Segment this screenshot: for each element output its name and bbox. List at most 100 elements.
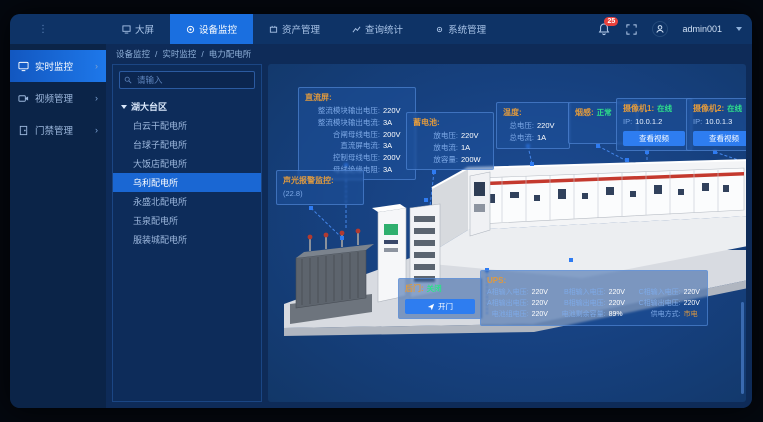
field-label: 电池组电压: bbox=[487, 310, 529, 321]
field-value: 220V bbox=[532, 299, 554, 310]
chevron-right-icon: › bbox=[95, 125, 98, 135]
field-value: 220V bbox=[461, 130, 487, 142]
breadcrumb-item: 电力配电所 bbox=[209, 48, 252, 60]
field-label: B相输出电压: bbox=[562, 299, 606, 310]
panel-title: 温度: bbox=[503, 107, 563, 119]
temperature-data-panel: 温度: 总电压:220V 总电流:1A bbox=[496, 102, 570, 149]
tree-search[interactable] bbox=[119, 71, 255, 89]
field-label: A相输出电压: bbox=[487, 299, 529, 310]
monitor-screen-icon bbox=[18, 61, 29, 72]
dc-screen-data-panel: 直流屏: 整流模块输出电压:220V 整流模块输出电流:3A 合闸母线电压:20… bbox=[298, 87, 416, 180]
caret-down-icon bbox=[121, 105, 127, 109]
field-value: 220V bbox=[537, 120, 563, 132]
entrance-cabinet[interactable] bbox=[470, 172, 490, 236]
tab-asset-management[interactable]: 资产管理 bbox=[253, 14, 336, 44]
fullscreen-icon[interactable] bbox=[625, 23, 638, 36]
ip-label: IP: bbox=[623, 116, 632, 128]
panel-title: 蓄电池: bbox=[413, 117, 487, 129]
chevron-down-icon[interactable] bbox=[736, 27, 742, 31]
top-navbar: ⋮ 大屏 设备监控 资产管理 查询统计 系统管理 bbox=[10, 14, 752, 44]
tree-item-substation-selected[interactable]: 乌利配电所 bbox=[113, 173, 261, 192]
scrollbar[interactable] bbox=[741, 302, 744, 394]
sidebar-item-video-management[interactable]: 视频管理 › bbox=[10, 82, 106, 114]
panel-title: 声光报警监控: bbox=[283, 175, 357, 187]
field-label: 电池剩余容量: bbox=[562, 310, 606, 321]
sidebar-item-access-control[interactable]: 门禁管理 › bbox=[10, 114, 106, 146]
avatar[interactable] bbox=[652, 21, 668, 37]
field-label: 供电方式: bbox=[639, 310, 681, 321]
station-tree-panel: 湖大台区 白云干配电所 台球子配电所 大饭店配电所 乌利配电所 永盛北配电所 玉… bbox=[112, 64, 262, 402]
transformer[interactable] bbox=[290, 229, 374, 324]
field-value: 220V bbox=[684, 288, 706, 299]
tree-item-substation[interactable]: 大饭店配电所 bbox=[113, 154, 261, 173]
button-label: 开门 bbox=[438, 301, 453, 312]
tree-item-substation[interactable]: 台球子配电所 bbox=[113, 135, 261, 154]
chevron-right-icon: › bbox=[95, 93, 98, 103]
tab-label: 资产管理 bbox=[282, 22, 320, 36]
app-window: ⋮ 大屏 设备监控 资产管理 查询统计 系统管理 bbox=[10, 14, 752, 408]
field-label: 总电压: bbox=[503, 120, 534, 132]
search-icon bbox=[124, 76, 132, 84]
field-label: B相输入电压: bbox=[562, 288, 606, 299]
breadcrumb-item[interactable]: 设备监控 bbox=[116, 48, 150, 60]
tree-item-substation[interactable]: 玉泉配电所 bbox=[113, 211, 261, 230]
view-video-button[interactable]: 查看视频 bbox=[623, 131, 685, 146]
body: 实时监控 › 视频管理 › 门禁管理 › 设备监控 / 实时监控 / 电力配电所 bbox=[10, 44, 752, 408]
menu-icon[interactable]: ⋮ bbox=[38, 24, 52, 35]
tab-label: 查询统计 bbox=[365, 22, 403, 36]
navbar-right: 25 admin001 bbox=[597, 21, 742, 37]
sidebar-item-label: 视频管理 bbox=[35, 91, 73, 105]
tab-label: 设备监控 bbox=[199, 22, 237, 36]
tree-root-node[interactable]: 湖大台区 bbox=[113, 97, 261, 116]
field-value: 市电 bbox=[684, 310, 706, 321]
ip-value: 10.0.1.2 bbox=[635, 116, 662, 128]
notifications-button[interactable]: 25 bbox=[597, 22, 611, 36]
field-label: 直流屏电流: bbox=[305, 140, 380, 152]
panel-title: UPS: bbox=[487, 275, 701, 287]
tab-label: 系统管理 bbox=[448, 22, 486, 36]
nav-tabs: 大屏 设备监控 资产管理 查询统计 系统管理 bbox=[106, 14, 502, 44]
button-label: 查看视频 bbox=[639, 133, 669, 144]
breadcrumb-separator: / bbox=[155, 49, 157, 59]
tab-query-statistics[interactable]: 查询统计 bbox=[336, 14, 419, 44]
field-label: 放电流: bbox=[413, 142, 458, 154]
breadcrumb: 设备监控 / 实时监控 / 电力配电所 bbox=[106, 44, 752, 64]
tree-item-substation[interactable]: 白云干配电所 bbox=[113, 116, 261, 135]
door-panel: 后门:关闭 开门 bbox=[398, 278, 482, 319]
monitoring-canvas[interactable]: 直流屏: 整流模块输出电压:220V 整流模块输出电流:3A 合闸母线电压:20… bbox=[268, 64, 746, 402]
user-icon bbox=[655, 24, 665, 34]
tab-device-monitoring[interactable]: 设备监控 bbox=[170, 14, 253, 44]
username[interactable]: admin001 bbox=[682, 24, 722, 34]
field-label: 总电流: bbox=[503, 132, 534, 144]
open-door-button[interactable]: 开门 bbox=[405, 299, 475, 314]
search-input[interactable] bbox=[135, 74, 250, 86]
ip-label: IP: bbox=[693, 116, 702, 128]
door-icon bbox=[18, 125, 29, 136]
sidebar-item-label: 实时监控 bbox=[35, 59, 73, 73]
field-value: 220V bbox=[609, 299, 631, 310]
battery-data-panel: 蓄电池: 放电压:220V 放电流:1A 放容量:200W bbox=[406, 112, 494, 170]
tree-item-substation[interactable]: 服装城配电所 bbox=[113, 230, 261, 249]
monitor-icon bbox=[186, 25, 195, 34]
panel-title: 摄像机2: bbox=[693, 103, 724, 115]
tree-item-substation[interactable]: 永盛北配电所 bbox=[113, 192, 261, 211]
breadcrumb-item[interactable]: 实时监控 bbox=[162, 48, 196, 60]
sidebar-item-realtime-monitoring[interactable]: 实时监控 › bbox=[10, 50, 106, 82]
screen-icon bbox=[122, 25, 131, 34]
tree-root-label: 湖大台区 bbox=[131, 100, 167, 113]
tab-dashboard[interactable]: 大屏 bbox=[106, 14, 170, 44]
tab-label: 大屏 bbox=[135, 22, 154, 36]
field-label: C相输出电压: bbox=[639, 299, 681, 310]
smoke-status: 正常 bbox=[597, 107, 612, 120]
ip-value: 10.0.1.3 bbox=[705, 116, 732, 128]
camera1-panel: 摄像机1:在线 IP:10.0.1.2 查看视频 bbox=[616, 98, 692, 151]
field-label: 控制母线电压: bbox=[305, 152, 380, 164]
view-video-button[interactable]: 查看视频 bbox=[693, 131, 746, 146]
field-value: 220V bbox=[532, 310, 554, 321]
field-label: 整流模块输出电压: bbox=[305, 105, 380, 117]
field-value: 200W bbox=[461, 154, 487, 166]
field-value: 220V bbox=[684, 299, 706, 310]
stats-icon bbox=[352, 25, 361, 34]
camera2-status: 在线 bbox=[727, 103, 742, 116]
tab-system-management[interactable]: 系统管理 bbox=[419, 14, 502, 44]
